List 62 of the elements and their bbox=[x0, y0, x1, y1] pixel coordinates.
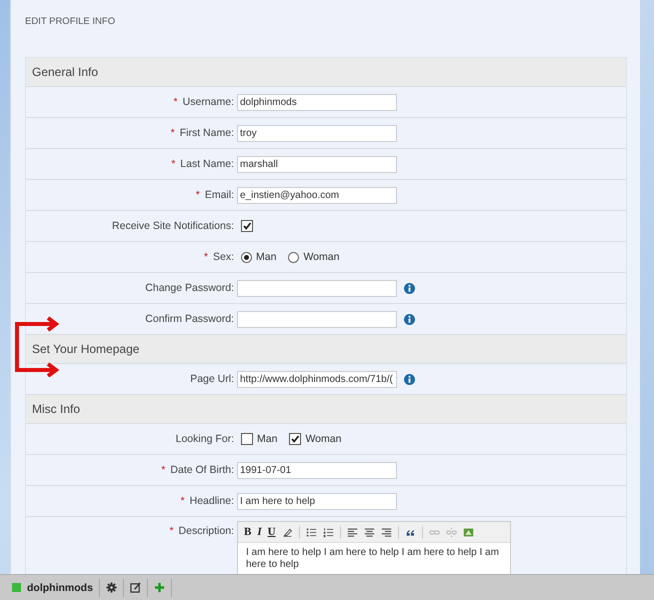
checkbox[interactable] bbox=[241, 433, 253, 445]
field-label: Headline: bbox=[190, 495, 234, 507]
format-button[interactable]: U bbox=[268, 526, 276, 538]
required-asterisk: * bbox=[180, 495, 185, 507]
bullets-icon[interactable] bbox=[306, 526, 317, 538]
option-label: Woman bbox=[305, 433, 342, 445]
status-icon bbox=[12, 583, 21, 592]
info-icon[interactable] bbox=[404, 282, 415, 294]
section-title: Misc Info bbox=[32, 402, 80, 416]
info-icon[interactable] bbox=[404, 374, 415, 384]
input-field[interactable]: I am here to help bbox=[237, 492, 397, 510]
input-field[interactable]: dolphinmods bbox=[237, 94, 397, 110]
field-label: Sex: bbox=[212, 251, 234, 263]
required-asterisk: * bbox=[161, 464, 166, 476]
required-asterisk: * bbox=[204, 251, 208, 263]
required-asterisk: * bbox=[174, 96, 178, 108]
field-label: First Name: bbox=[180, 127, 234, 139]
option-label: Man bbox=[256, 251, 276, 263]
option-label: Man bbox=[257, 433, 278, 445]
numbers-icon[interactable] bbox=[322, 526, 334, 538]
field-label: Username: bbox=[182, 96, 234, 108]
settings-icon[interactable] bbox=[106, 582, 117, 593]
field-label: Email: bbox=[204, 189, 234, 201]
right-icon[interactable] bbox=[380, 526, 392, 538]
input-field[interactable] bbox=[237, 280, 397, 296]
field-label: Page Url: bbox=[190, 373, 234, 385]
edit-icon[interactable] bbox=[130, 582, 141, 593]
required-asterisk: * bbox=[196, 189, 200, 201]
description-text: I am here to help I am here to help I am here to help I am here to help bbox=[245, 546, 500, 572]
field-label: Receive Site Notifications: bbox=[112, 220, 234, 232]
section-title: General Info bbox=[32, 65, 98, 79]
image-icon[interactable] bbox=[462, 526, 474, 538]
format-button[interactable]: I bbox=[257, 526, 262, 538]
field-label: Change Password: bbox=[145, 282, 234, 294]
info-icon[interactable] bbox=[404, 314, 415, 324]
required-asterisk: * bbox=[170, 127, 175, 139]
required-asterisk: * bbox=[171, 158, 176, 170]
input-field[interactable]: e_instien@yahoo.com bbox=[237, 186, 397, 204]
required-asterisk: * bbox=[169, 525, 174, 537]
field-label: Description: bbox=[178, 525, 234, 537]
checkbox[interactable] bbox=[289, 433, 302, 445]
input-field[interactable] bbox=[237, 310, 397, 328]
left-icon[interactable] bbox=[346, 526, 358, 538]
input-field[interactable]: 1991-07-01 bbox=[237, 462, 397, 478]
field-label: Last Name: bbox=[180, 158, 234, 170]
input-field[interactable]: marshall bbox=[237, 156, 397, 172]
radio-button[interactable] bbox=[288, 252, 300, 262]
center-icon[interactable] bbox=[364, 526, 375, 538]
section-title: Set Your Homepage bbox=[32, 342, 140, 356]
field-label: Looking For: bbox=[176, 433, 234, 445]
input-field[interactable]: http://www.dolphinmods.com/71b/( bbox=[237, 370, 397, 388]
username-link[interactable]: dolphinmods bbox=[27, 582, 93, 594]
checkbox[interactable] bbox=[241, 220, 253, 232]
radio-button[interactable] bbox=[241, 252, 252, 262]
input-field[interactable]: troy bbox=[237, 124, 397, 142]
page-title: EDIT PROFILE INFO bbox=[25, 15, 116, 29]
field-label: Date Of Birth: bbox=[170, 464, 234, 476]
field-label: Confirm Password: bbox=[145, 313, 234, 325]
rich-text-editor[interactable]: B I U I am here to help I am here to help I am here to help I am here to help bbox=[237, 521, 511, 577]
eraser-icon[interactable] bbox=[282, 526, 293, 538]
option-label: Woman bbox=[303, 251, 340, 263]
format-button[interactable]: B bbox=[244, 526, 252, 538]
